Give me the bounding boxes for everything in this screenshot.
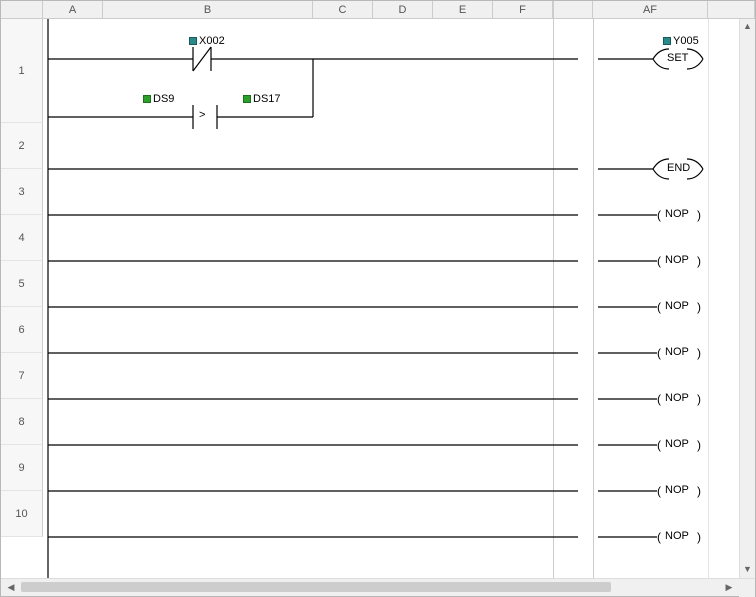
col-gap [553, 1, 593, 19]
coil-nop-text: NOP [665, 530, 689, 542]
coil-nop-text: NOP [665, 392, 689, 404]
col-header-A[interactable]: A [43, 1, 103, 19]
bit-icon [189, 37, 197, 45]
svg-text:(: ( [657, 254, 661, 268]
svg-text:(: ( [657, 530, 661, 544]
row-header-1[interactable]: 1 [1, 19, 43, 123]
scroll-down-icon[interactable]: ▼ [740, 562, 755, 578]
coil-nop-text: NOP [665, 254, 689, 266]
col-header-after [708, 1, 755, 19]
coil-nop-text: NOP [665, 300, 689, 312]
col-header-F[interactable]: F [493, 1, 553, 19]
col-header-D[interactable]: D [373, 1, 433, 19]
coil-nop-text: NOP [665, 484, 689, 496]
ladder-grid: A B C D E F AF 1 2 3 4 5 6 7 8 9 10 [1, 1, 755, 578]
vertical-scrollbar[interactable]: ▲ ▼ [739, 19, 755, 578]
compare-op: > [199, 109, 205, 121]
svg-text:(: ( [657, 300, 661, 314]
svg-text:(: ( [657, 438, 661, 452]
svg-text:(: ( [657, 208, 661, 222]
col-header-E[interactable]: E [433, 1, 493, 19]
row-header-10[interactable]: 10 [1, 491, 43, 537]
word-icon [143, 95, 151, 103]
scroll-corner [739, 579, 755, 597]
svg-text:): ) [697, 208, 701, 222]
coil-nop-text: NOP [665, 346, 689, 358]
compare-right-label: DS17 [243, 93, 281, 105]
svg-text:): ) [697, 254, 701, 268]
svg-text:): ) [697, 438, 701, 452]
row-header-2[interactable]: 2 [1, 123, 43, 169]
svg-text:): ) [697, 530, 701, 544]
ladder-canvas[interactable]: () () () () () () () () X002 DS9 > DS17 Y005 SE… [43, 19, 739, 578]
horizontal-scrollbar[interactable]: ◀ ▶ [1, 578, 755, 596]
col-header-AF[interactable]: AF [593, 1, 708, 19]
bit-icon [663, 37, 671, 45]
coil-end-text: END [667, 162, 690, 174]
row-header-5[interactable]: 5 [1, 261, 43, 307]
svg-text:(: ( [657, 484, 661, 498]
col-header-B[interactable]: B [103, 1, 313, 19]
coil-y005-label: Y005 [663, 35, 699, 47]
row-header-4[interactable]: 4 [1, 215, 43, 261]
column-headers-row: A B C D E F AF [1, 1, 755, 19]
scroll-up-icon[interactable]: ▲ [740, 19, 755, 35]
grid-body: 1 2 3 4 5 6 7 8 9 10 [1, 19, 739, 578]
svg-text:(: ( [657, 346, 661, 360]
svg-text:(: ( [657, 392, 661, 406]
svg-text:): ) [697, 300, 701, 314]
coil-set-text: SET [667, 52, 688, 64]
row-header-8[interactable]: 8 [1, 399, 43, 445]
row-header-7[interactable]: 7 [1, 353, 43, 399]
row-header-9[interactable]: 9 [1, 445, 43, 491]
col-header-C[interactable]: C [313, 1, 373, 19]
row-header-3[interactable]: 3 [1, 169, 43, 215]
row-headers: 1 2 3 4 5 6 7 8 9 10 [1, 19, 43, 578]
contact-x002-label: X002 [189, 35, 225, 47]
scroll-left-icon[interactable]: ◀ [3, 580, 19, 596]
row-header-6[interactable]: 6 [1, 307, 43, 353]
coil-nop-text: NOP [665, 208, 689, 220]
svg-text:): ) [697, 392, 701, 406]
svg-text:): ) [697, 484, 701, 498]
word-icon [243, 95, 251, 103]
compare-left-label: DS9 [143, 93, 174, 105]
coil-nop-text: NOP [665, 438, 689, 450]
scroll-right-icon[interactable]: ▶ [721, 580, 737, 596]
hscroll-thumb[interactable] [21, 582, 611, 592]
corner-cell [1, 1, 43, 19]
svg-text:): ) [697, 346, 701, 360]
